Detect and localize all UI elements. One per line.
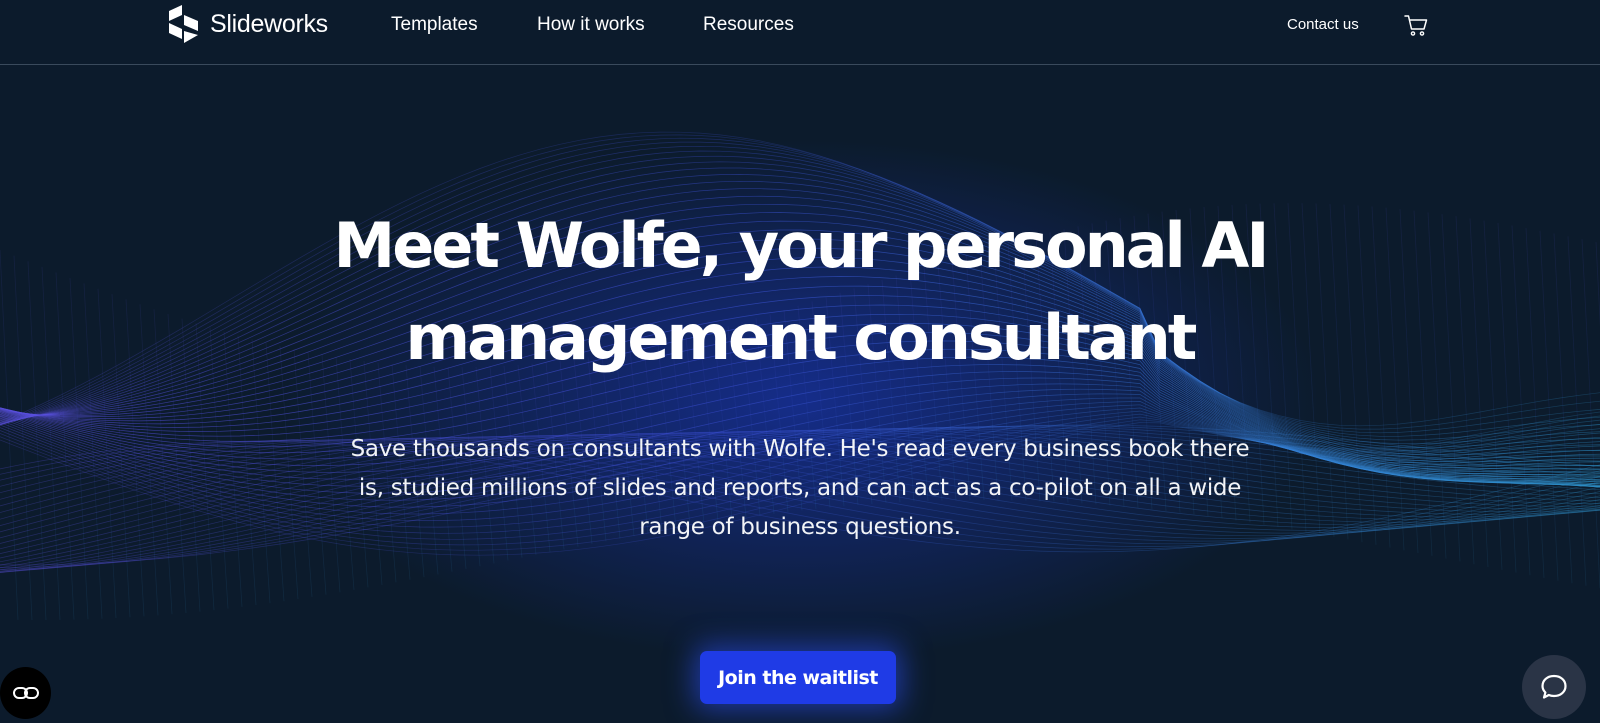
wave-line	[1329, 203, 1349, 540]
nav-templates[interactable]: Templates	[391, 12, 478, 38]
shopping-cart-icon[interactable]	[1403, 12, 1429, 38]
wave-line	[1343, 204, 1363, 543]
chat-bubble-icon	[1541, 674, 1567, 699]
hero-title: Meet Wolfe, your personal AI management …	[333, 209, 1270, 374]
link-widget-button[interactable]	[0, 667, 51, 719]
wave-line	[1539, 230, 1559, 581]
page: Slideworks Templates How it works Resour…	[0, 0, 1600, 723]
wave-line	[139, 304, 159, 616]
wave-line	[1357, 205, 1377, 545]
wave-line	[1511, 225, 1531, 576]
wave-line	[1413, 210, 1433, 556]
chat-widget-button[interactable]	[1522, 655, 1586, 719]
wave-line	[13, 255, 33, 621]
wave-line	[1497, 222, 1517, 573]
wave-line	[125, 299, 145, 617]
wave-line	[1315, 203, 1335, 537]
join-waitlist-button[interactable]: Join the waitlist	[700, 651, 896, 704]
nav-how-it-works[interactable]: How it works	[537, 12, 645, 38]
link-icon	[12, 687, 39, 699]
wave-line	[153, 309, 173, 615]
wave-line	[1483, 220, 1503, 570]
nav-resources[interactable]: Resources	[703, 12, 794, 38]
brand-logo-link[interactable]: Slideworks	[169, 5, 328, 43]
wave-line	[1427, 212, 1447, 559]
slideworks-logo-icon	[169, 5, 198, 43]
wave-line	[69, 277, 89, 620]
contact-us-link[interactable]: Contact us	[1287, 15, 1359, 35]
wave-line	[181, 318, 201, 612]
wave-line	[1469, 218, 1489, 568]
wave-line	[1385, 207, 1405, 551]
brand-name: Slideworks	[210, 9, 328, 38]
wave-line	[237, 335, 257, 606]
wave-line	[1399, 209, 1419, 554]
hero-subtitle: Save thousands on consultants with Wolfe…	[350, 436, 1250, 540]
top-navigation-bar: Slideworks Templates How it works Resour…	[0, 0, 1600, 65]
wave-line	[1581, 239, 1600, 589]
wave-line	[1441, 214, 1461, 562]
wave-line	[1553, 233, 1573, 584]
